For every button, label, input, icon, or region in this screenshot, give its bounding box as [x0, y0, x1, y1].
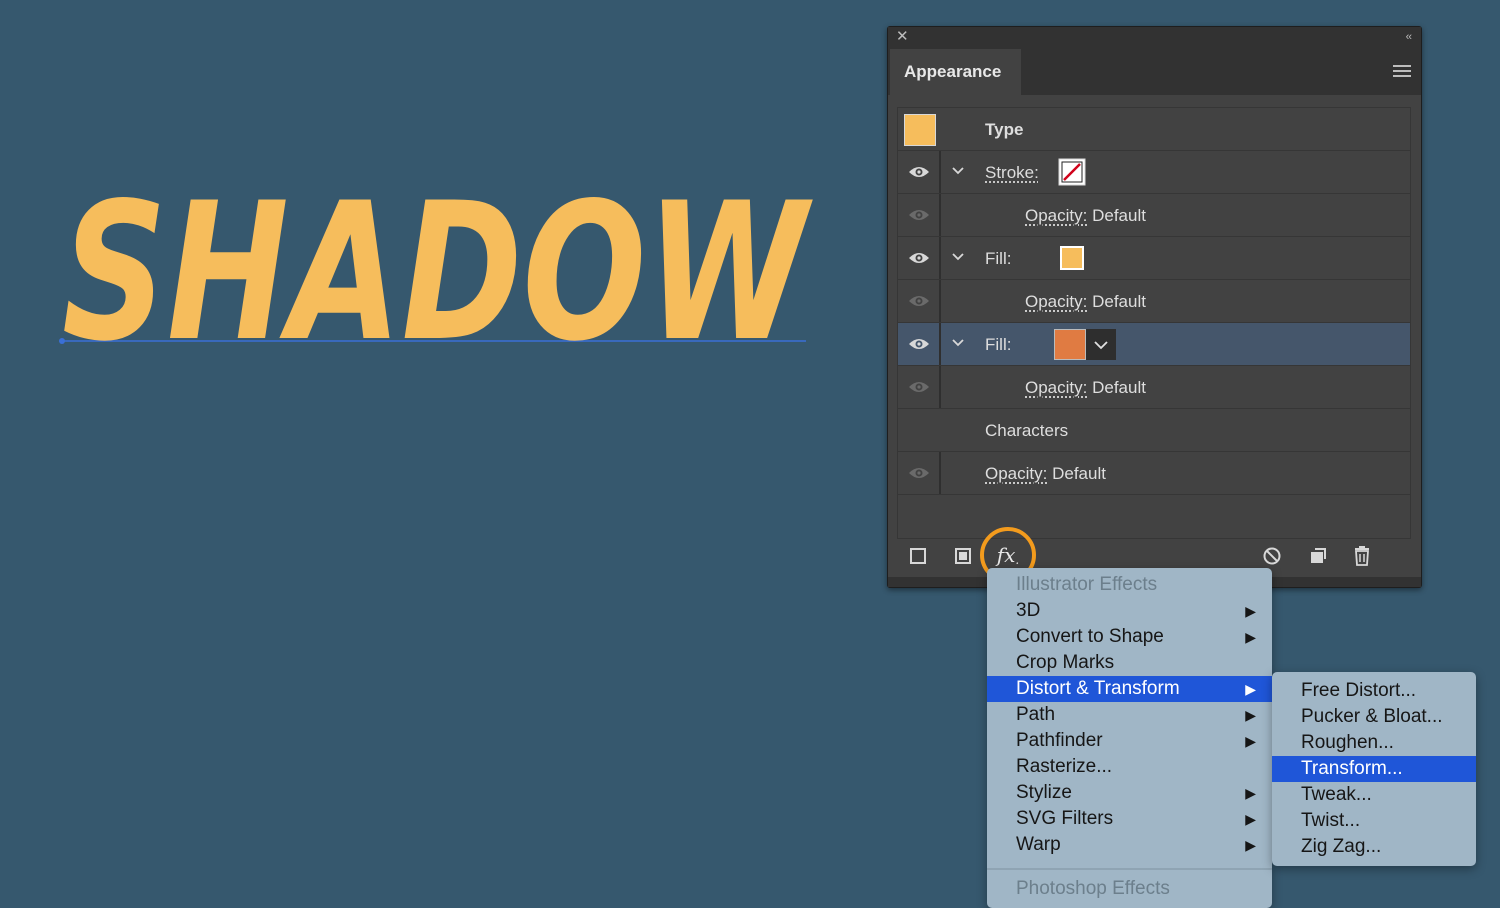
opacity-label[interactable]: Opacity: Default — [1025, 366, 1146, 409]
menu-item-label: Path — [1016, 704, 1056, 725]
menu-header-photoshop-effects: Photoshop Effects — [1016, 878, 1170, 899]
menu-item-label: SVG Filters — [1016, 808, 1114, 829]
chevron-down-icon — [1094, 341, 1108, 350]
menu-item-3d[interactable]: 3D ▶ — [987, 598, 1272, 624]
chevron-down-icon[interactable] — [950, 163, 966, 179]
add-stroke-icon[interactable] — [905, 539, 931, 573]
eye-icon[interactable] — [908, 379, 930, 395]
menu-item-stylize[interactable]: Stylize ▶ — [987, 780, 1272, 806]
row-fill-2[interactable]: Fill: — [898, 323, 1410, 366]
opacity-label[interactable]: Opacity: Default — [985, 452, 1106, 495]
submenu-arrow-icon: ▶ — [1245, 707, 1256, 723]
menu-item-label: 3D — [1016, 600, 1041, 621]
submenu-item-free-distort[interactable]: Free Distort... — [1272, 678, 1476, 704]
row-stroke[interactable]: Stroke: — [898, 151, 1410, 194]
appearance-panel: ✕ ‹‹ Appearance Type Stroke: Opacity: De… — [887, 26, 1422, 588]
menu-item-svg-filters[interactable]: SVG Filters ▶ — [987, 806, 1272, 832]
opacity-value: Default — [1092, 378, 1146, 397]
submenu-item-twist[interactable]: Twist... — [1272, 808, 1476, 834]
menu-item-label: Stylize — [1016, 782, 1072, 803]
menu-item-label: Warp — [1016, 834, 1061, 855]
menu-item-label: Pathfinder — [1016, 730, 1103, 751]
menu-item-path[interactable]: Path ▶ — [987, 702, 1272, 728]
row-object-opacity[interactable]: Opacity: Default — [898, 452, 1410, 495]
fill-label: Fill: — [985, 335, 1012, 354]
fill-label: Fill: — [985, 249, 1012, 268]
row-stroke-opacity[interactable]: Opacity: Default — [898, 194, 1410, 237]
panel-menu-icon[interactable] — [1393, 65, 1411, 79]
submenu-arrow-icon: ▶ — [1245, 811, 1256, 827]
fx-icon: fx — [996, 543, 1016, 567]
chevron-down-icon[interactable] — [950, 335, 966, 351]
eye-icon[interactable] — [908, 164, 930, 180]
effects-menu: Illustrator Effects 3D ▶ Convert to Shape… — [987, 568, 1272, 908]
menu-item-convert-to-shape[interactable]: Convert to Shape ▶ — [987, 624, 1272, 650]
add-fill-icon[interactable] — [950, 539, 976, 573]
artwork-canvas: SHADOW — [59, 162, 813, 383]
menu-item-label: Distort & Transform — [1016, 678, 1180, 699]
chevron-down-icon[interactable] — [950, 249, 966, 265]
menu-item-crop-marks[interactable]: Crop Marks — [987, 650, 1272, 676]
menu-item-pathfinder[interactable]: Pathfinder ▶ — [987, 728, 1272, 754]
menu-item-rasterize[interactable]: Rasterize... — [987, 754, 1272, 780]
submenu-arrow-icon: ▶ — [1245, 837, 1256, 853]
submenu-item-pucker-bloat[interactable]: Pucker & Bloat... — [1272, 704, 1476, 730]
opacity-label[interactable]: Opacity: Default — [1025, 280, 1146, 323]
row-characters[interactable]: Characters — [898, 409, 1410, 452]
eye-icon[interactable] — [908, 207, 930, 223]
opacity-value: Default — [1092, 292, 1146, 311]
submenu-arrow-icon: ▶ — [1245, 629, 1256, 645]
submenu-item-zig-zag[interactable]: Zig Zag... — [1272, 834, 1476, 860]
row-fill-1-opacity[interactable]: Opacity: Default — [898, 280, 1410, 323]
eye-icon[interactable] — [908, 250, 930, 266]
eye-icon[interactable] — [908, 293, 930, 309]
stroke-label[interactable]: Stroke: — [985, 151, 1039, 194]
eye-icon[interactable] — [908, 465, 930, 481]
type-label: Type — [985, 120, 1024, 139]
appearance-list: Type Stroke: Opacity: Default Fill: Opac… — [897, 107, 1411, 539]
shadow-type-object[interactable]: SHADOW — [62, 162, 813, 383]
stroke-none-swatch[interactable] — [1058, 158, 1086, 186]
submenu-arrow-icon: ▶ — [1245, 785, 1256, 801]
opacity-label[interactable]: Opacity: Default — [1025, 194, 1146, 237]
eye-icon[interactable] — [908, 336, 930, 352]
type-thumbnail — [904, 114, 936, 146]
submenu-arrow-icon: ▶ — [1245, 681, 1256, 697]
opacity-value: Default — [1092, 206, 1146, 225]
duplicate-item-icon[interactable] — [1305, 539, 1331, 573]
tab-appearance[interactable]: Appearance — [890, 49, 1021, 95]
menu-item-label: Rasterize... — [1016, 756, 1113, 777]
trash-icon[interactable] — [1349, 539, 1375, 573]
submenu-item-tweak[interactable]: Tweak... — [1272, 782, 1476, 808]
swatch-dropdown[interactable] — [1086, 329, 1116, 360]
submenu-arrow-icon: ▶ — [1245, 733, 1256, 749]
submenu-item-roughen[interactable]: Roughen... — [1272, 730, 1476, 756]
panel-titlebar: ✕ ‹‹ — [888, 27, 1421, 49]
fill-swatch-orange[interactable] — [1054, 329, 1086, 360]
row-fill-2-opacity[interactable]: Opacity: Default — [898, 366, 1410, 409]
menu-item-warp[interactable]: Warp ▶ — [987, 832, 1272, 858]
fill-swatch-yellow[interactable] — [1060, 246, 1084, 270]
menu-header-illustrator-effects: Illustrator Effects — [1016, 574, 1158, 595]
close-icon[interactable]: ✕ — [896, 29, 910, 44]
submenu-arrow-icon: ▶ — [1245, 603, 1256, 619]
row-fill-1[interactable]: Fill: — [898, 237, 1410, 280]
menu-separator — [987, 868, 1272, 870]
panel-tab-row: Appearance — [888, 49, 1421, 95]
opacity-value: Default — [1052, 464, 1106, 483]
menu-item-label: Crop Marks — [1016, 652, 1115, 673]
menu-item-label: Convert to Shape — [1016, 626, 1164, 647]
characters-label: Characters — [985, 421, 1069, 440]
distort-transform-submenu: Free Distort... Pucker & Bloat... Roughe… — [1272, 672, 1476, 866]
submenu-item-transform[interactable]: Transform... — [1272, 756, 1476, 782]
collapse-icon[interactable]: ‹‹ — [1406, 30, 1412, 44]
menu-item-distort-transform[interactable]: Distort & Transform ▶ — [987, 676, 1272, 702]
row-type[interactable]: Type — [898, 108, 1410, 151]
